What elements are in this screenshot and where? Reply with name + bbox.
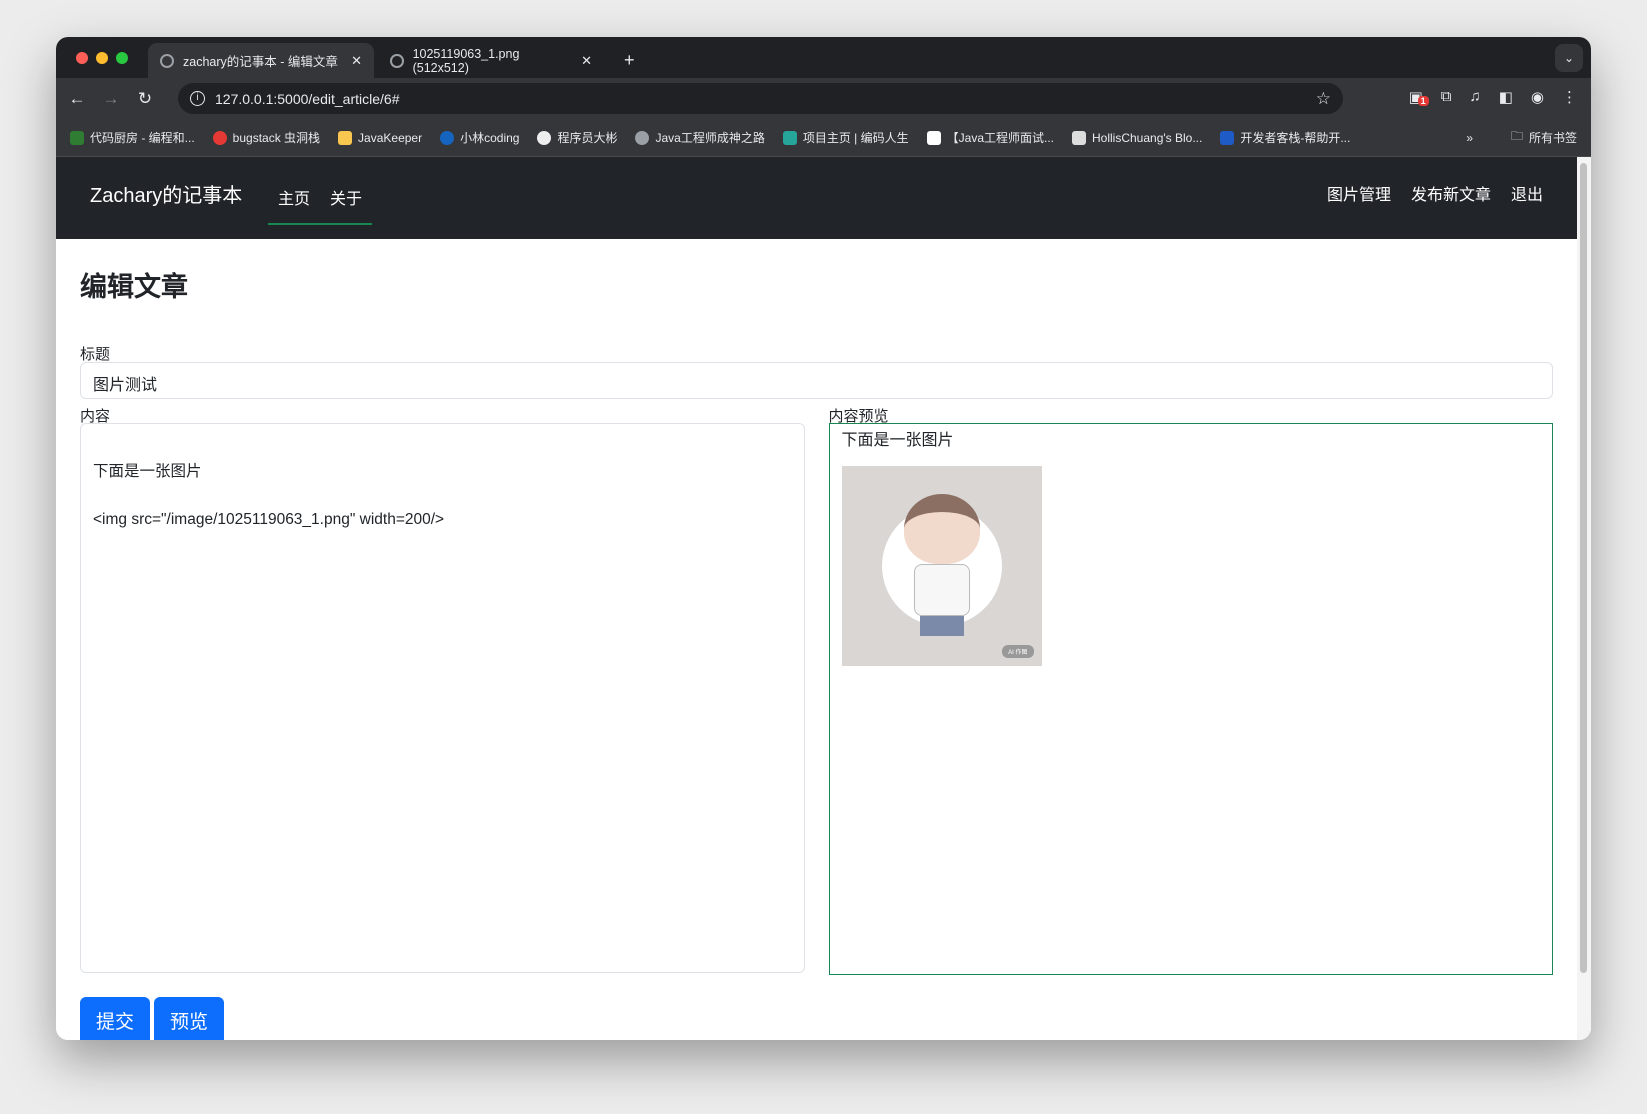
bookmark-item[interactable]: 【Java工程师面试...	[926, 129, 1054, 146]
globe-icon	[390, 53, 404, 68]
bookmarks-bar: 代码厨房 - 编程和... bugstack 虫洞栈 JavaKeeper 小林…	[56, 119, 1591, 157]
folder-icon: 🗀	[1510, 129, 1523, 143]
back-icon[interactable]: ←	[60, 89, 94, 109]
site-info-icon[interactable]: i	[190, 91, 205, 106]
forward-icon[interactable]: →	[94, 89, 128, 109]
navbar: Zachary的记事本 主页 关于 图片管理 发布新文章 退出	[56, 157, 1577, 239]
bookmark-item[interactable]: bugstack 虫洞栈	[212, 129, 320, 146]
content-label: 内容	[80, 408, 111, 425]
bookmark-item[interactable]: 小林coding	[440, 129, 519, 146]
tab-title: zachary的记事本 - 编辑文章	[183, 55, 338, 69]
reload-icon[interactable]: ↻	[128, 89, 162, 109]
new-tab-button[interactable]: +	[612, 43, 647, 78]
profile-avatar[interactable]: ◉	[1531, 88, 1544, 106]
bookmark-item[interactable]: JavaKeeper	[338, 130, 422, 145]
address-bar[interactable]: i 127.0.0.1:5000/edit_article/6# ☆	[178, 83, 1343, 114]
bookmark-item[interactable]: HollisChuang's Blo...	[1072, 130, 1202, 145]
preview-label: 内容预览	[828, 408, 889, 425]
bookmark-item[interactable]: 开发者客栈-帮助开...	[1220, 129, 1350, 146]
more-bookmarks-icon[interactable]: »	[1466, 131, 1473, 145]
nav-about[interactable]: 关于	[330, 185, 362, 209]
minimize-window-button[interactable]	[96, 52, 108, 64]
extensions-puzzle-icon[interactable]: ⧉	[1441, 88, 1452, 106]
nav-logout[interactable]: 退出	[1511, 181, 1543, 205]
maximize-window-button[interactable]	[116, 52, 128, 64]
title-input[interactable]: 图片测试	[80, 362, 1553, 399]
page-title: 编辑文章	[80, 272, 188, 302]
web-page: Zachary的记事本 主页 关于 图片管理 发布新文章 退出 编辑文章 标题 …	[56, 157, 1577, 1040]
content-preview: 下面是一张图片 AI 作图	[828, 423, 1553, 975]
nav-image-management[interactable]: 图片管理	[1327, 181, 1391, 205]
tab-bar: zachary的记事本 - 编辑文章 ✕ 1025119063_1.png (5…	[56, 37, 1591, 78]
extension-icon[interactable]: ▣ 1	[1409, 88, 1429, 106]
close-tab-icon[interactable]: ✕	[581, 53, 592, 69]
close-tab-icon[interactable]: ✕	[351, 53, 362, 69]
title-label: 标题	[80, 346, 111, 363]
tab-image[interactable]: 1025119063_1.png (512x512) ✕	[378, 43, 604, 78]
preview-text: 下面是一张图片	[841, 432, 954, 449]
menu-kebab-icon[interactable]: ⋮	[1562, 88, 1577, 106]
bookmark-item[interactable]: 项目主页 | 编码人生	[782, 129, 909, 146]
globe-icon	[160, 53, 174, 68]
tab-title: 1025119063_1.png (512x512)	[412, 46, 520, 75]
browser-window: zachary的记事本 - 编辑文章 ✕ 1025119063_1.png (5…	[56, 37, 1591, 1040]
extension-badge: 1	[1417, 96, 1429, 106]
side-panel-icon[interactable]: ◧	[1499, 88, 1513, 106]
close-window-button[interactable]	[76, 52, 88, 64]
browser-toolbar: ← → ↻ i 127.0.0.1:5000/edit_article/6# ☆…	[56, 78, 1591, 119]
navbar-brand[interactable]: Zachary的记事本	[90, 179, 242, 208]
media-controls-icon[interactable]: ♫	[1469, 88, 1480, 106]
content-textarea[interactable]: 下面是一张图片 <img src="/image/1025119063_1.pn…	[80, 423, 805, 973]
bookmark-item[interactable]: Java工程师成神之路	[635, 129, 765, 146]
preview-button[interactable]: 预览	[154, 997, 225, 1040]
all-bookmarks-folder[interactable]: 🗀 所有书签	[1511, 127, 1577, 148]
nav-new-article[interactable]: 发布新文章	[1411, 181, 1491, 205]
url-text: 127.0.0.1:5000/edit_article/6#	[215, 90, 400, 107]
ai-badge: AI 作图	[1002, 645, 1034, 658]
tab-edit-article[interactable]: zachary的记事本 - 编辑文章 ✕	[148, 43, 374, 78]
bookmark-star-icon[interactable]: ☆	[1316, 89, 1331, 109]
nav-home[interactable]: 主页	[278, 185, 310, 209]
submit-button[interactable]: 提交	[80, 997, 151, 1040]
window-controls	[76, 52, 128, 64]
page-scrollbar[interactable]	[1577, 157, 1591, 1040]
preview-image: AI 作图	[841, 466, 1042, 666]
bookmark-item[interactable]: 程序员大彬	[537, 129, 617, 146]
bookmark-item[interactable]: 代码厨房 - 编程和...	[70, 129, 195, 146]
tab-search-button[interactable]: ⌄	[1555, 44, 1583, 72]
